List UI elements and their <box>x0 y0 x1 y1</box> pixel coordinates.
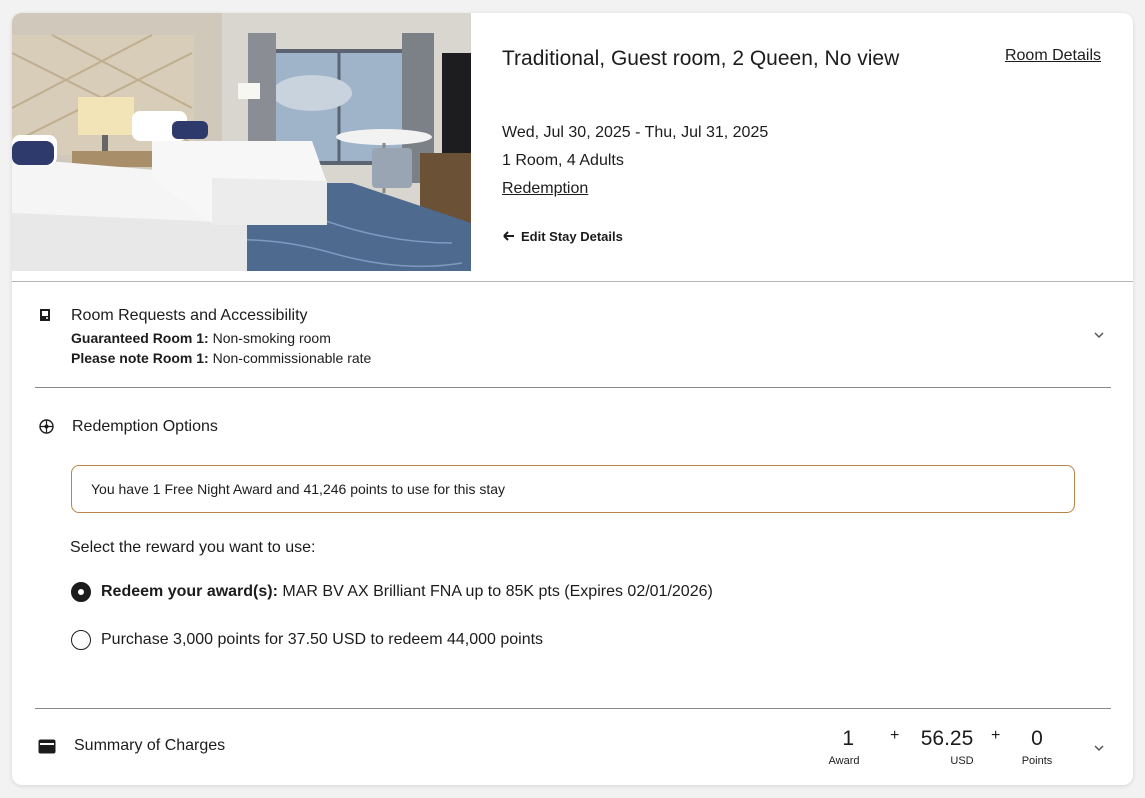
stay-occupancy: 1 Room, 4 Adults <box>502 152 624 169</box>
usd-value: 56.25 <box>920 727 974 750</box>
plus-sign: + <box>991 727 1001 744</box>
room-photo <box>12 13 471 271</box>
redeem-award-label: Redeem your award(s): MAR BV AX Brillian… <box>101 583 713 600</box>
edit-stay-details-button[interactable]: Edit Stay Details <box>503 229 623 244</box>
award-balance-banner: You have 1 Free Night Award and 41,246 p… <box>71 465 1075 513</box>
edit-stay-label: Edit Stay Details <box>521 229 623 244</box>
points-total: 0 Points <box>1017 727 1057 767</box>
reservation-card: Traditional, Guest room, 2 Queen, No vie… <box>12 13 1133 785</box>
redemption-options-title: Redemption Options <box>72 418 218 435</box>
award-value: 1 <box>842 727 854 750</box>
door-icon <box>38 308 52 322</box>
arrow-left-icon <box>503 229 515 244</box>
radio-selected[interactable] <box>71 582 91 602</box>
room-requests-title: Room Requests and Accessibility <box>71 307 308 324</box>
reward-icon <box>39 419 54 434</box>
usd-total: 56.25 USD <box>915 727 979 767</box>
summary-of-charges-section[interactable]: Summary of Charges 1 Award + 56.25 USD +… <box>35 710 1111 785</box>
purchase-points-option[interactable]: Purchase 3,000 points for 37.50 USD to r… <box>71 630 543 650</box>
redemption-options-section: Redemption Options You have 1 Free Night… <box>35 389 1111 709</box>
award-label: Award <box>828 755 860 767</box>
room-requests-section[interactable]: Room Requests and Accessibility Guarante… <box>35 283 1111 388</box>
points-value: 0 <box>1031 727 1043 750</box>
redeem-award-option[interactable]: Redeem your award(s): MAR BV AX Brillian… <box>71 582 713 602</box>
usd-label: USD <box>950 755 974 767</box>
award-total: 1 Award <box>824 727 864 767</box>
chevron-down-icon[interactable] <box>1093 328 1105 340</box>
summary-title: Summary of Charges <box>74 737 226 754</box>
rate-note: Please note Room 1: Non-commissionable r… <box>71 350 372 366</box>
room-summary-section: Traditional, Guest room, 2 Queen, No vie… <box>12 13 1133 282</box>
purchase-points-label: Purchase 3,000 points for 37.50 USD to r… <box>101 631 544 648</box>
stay-dates: Wed, Jul 30, 2025 - Thu, Jul 31, 2025 <box>502 124 769 141</box>
wallet-icon <box>38 739 56 754</box>
reward-select-prompt: Select the reward you want to use: <box>70 539 316 556</box>
room-details-link[interactable]: Room Details <box>1005 47 1101 65</box>
plus-sign: + <box>890 727 900 744</box>
rate-type-link[interactable]: Redemption <box>502 180 588 198</box>
room-title: Traditional, Guest room, 2 Queen, No vie… <box>502 47 900 70</box>
guaranteed-room-note: Guaranteed Room 1: Non-smoking room <box>71 330 331 346</box>
points-label: Points <box>1021 755 1053 767</box>
chevron-down-icon[interactable] <box>1093 741 1105 753</box>
radio-unselected[interactable] <box>71 630 91 650</box>
